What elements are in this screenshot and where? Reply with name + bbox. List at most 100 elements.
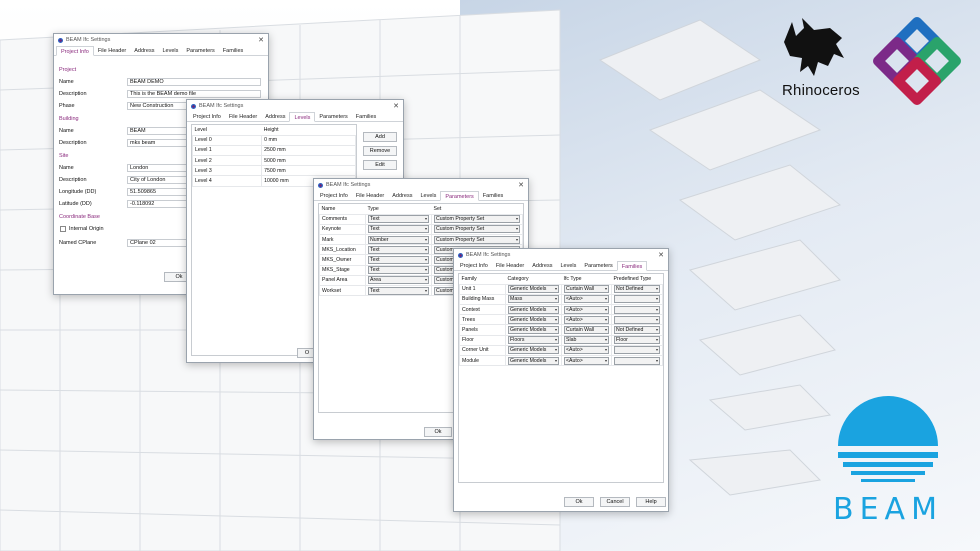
type-dropdown[interactable]: Text ▾ <box>368 256 429 265</box>
tab-address[interactable]: Address <box>388 191 416 200</box>
ifc-type-dropdown[interactable]: <Auto> ▾ <box>564 356 609 365</box>
tab-parameters[interactable]: Parameters <box>440 191 479 201</box>
ifc-type-dropdown[interactable]: Slab ▾ <box>564 336 609 345</box>
category-dropdown[interactable]: Generic Models ▾ <box>508 305 559 314</box>
param-name-cell: Mark <box>319 234 366 246</box>
ifc-type-dropdown[interactable]: Curtain Wall ▾ <box>564 285 609 294</box>
tab-file-header[interactable]: File Header <box>94 46 130 55</box>
table-row[interactable]: Level 3 7500 mm <box>191 165 356 177</box>
close-icon[interactable]: ✕ <box>393 102 399 110</box>
ifc-type-dropdown[interactable]: Curtain Wall ▾ <box>564 326 609 335</box>
type-dropdown[interactable]: Text ▾ <box>368 245 429 254</box>
category-dropdown[interactable]: Generic Models ▾ <box>508 326 559 335</box>
ifc-type-dropdown[interactable]: <Auto> ▾ <box>564 315 609 324</box>
table-row[interactable]: Level 2 5000 mm <box>191 155 356 167</box>
table-row[interactable]: Floor Floors ▾ Slab ▾ Floor ▾ <box>459 334 663 346</box>
building-name-field[interactable]: BEAM <box>127 127 187 135</box>
edit-level-button[interactable]: Edit <box>363 160 397 170</box>
type-dropdown[interactable]: Text ▾ <box>368 225 429 234</box>
table-row[interactable]: Trees Generic Models ▾ <Auto> ▾ ▾ <box>459 314 663 326</box>
predefined-type-dropdown[interactable]: Not Defined ▾ <box>614 326 660 335</box>
tab-file-header[interactable]: File Header <box>352 191 388 200</box>
site-description-field[interactable]: City of London <box>127 176 187 184</box>
named-cplane-select[interactable]: CPlane 02 <box>127 239 187 247</box>
table-row[interactable]: Mark Number ▾ Custom Property Set ▾ <box>319 234 523 246</box>
table-row[interactable]: Unit 1 Generic Models ▾ Curtain Wall ▾ Not De… <box>459 283 663 295</box>
tab-families[interactable]: Families <box>616 261 648 271</box>
ifc-type-dropdown[interactable]: <Auto> ▾ <box>564 346 609 355</box>
predefined-type-dropdown[interactable]: ▾ <box>614 295 660 304</box>
tab-project-info[interactable]: Project Info <box>56 46 94 56</box>
category-dropdown[interactable]: Generic Models ▾ <box>508 315 559 324</box>
close-icon[interactable]: ✕ <box>518 181 524 189</box>
tab-levels[interactable]: Levels <box>416 191 440 200</box>
type-dropdown[interactable]: Text ▾ <box>368 215 429 224</box>
tab-address[interactable]: Address <box>261 112 289 121</box>
tab-parameters[interactable]: Parameters <box>182 46 218 55</box>
type-dropdown[interactable]: Area ▾ <box>368 276 429 285</box>
category-dropdown[interactable]: Generic Models ▾ <box>508 285 559 294</box>
chevron-down-icon: ▾ <box>655 337 658 343</box>
category-dropdown[interactable]: Mass ▾ <box>508 295 559 304</box>
table-row[interactable]: Building Mass Mass ▾ <Auto> ▾ ▾ <box>459 293 663 306</box>
tab-families[interactable]: Families <box>219 46 247 55</box>
internal-origin-checkbox[interactable] <box>60 226 66 232</box>
longitude-field[interactable]: 51.509865 <box>127 188 187 196</box>
latitude-field[interactable]: -0.118092 <box>127 200 187 208</box>
chevron-down-icon: ▾ <box>604 347 607 353</box>
table-row[interactable]: Panels Generic Models ▾ Curtain Wall ▾ Not De… <box>459 324 663 336</box>
set-dropdown[interactable]: Custom Property Set ▾ <box>434 235 520 244</box>
tab-file-header[interactable]: File Header <box>492 261 528 270</box>
tab-project-info[interactable]: Project Info <box>189 112 225 121</box>
table-row[interactable]: Level 1 2500 mm <box>191 144 356 157</box>
help-button[interactable]: Help <box>636 497 666 507</box>
tab-file-header[interactable]: File Header <box>225 112 261 121</box>
table-row[interactable]: Keynote Text ▾ Custom Property Set ▾ <box>319 223 523 236</box>
predefined-type-dropdown[interactable]: ▾ <box>614 305 660 314</box>
remove-level-button[interactable]: Remove <box>363 146 397 156</box>
ifc-type-dropdown[interactable]: <Auto> ▾ <box>564 295 609 304</box>
category-dropdown[interactable]: Generic Models ▾ <box>508 356 559 365</box>
tab-address[interactable]: Address <box>130 46 158 55</box>
predefined-type-dropdown[interactable]: ▾ <box>614 356 660 365</box>
tab-levels[interactable]: Levels <box>158 46 182 55</box>
predefined-type-dropdown[interactable]: Not Defined ▾ <box>614 285 660 294</box>
tab-project-info[interactable]: Project Info <box>456 261 492 270</box>
predefined-type-dropdown[interactable]: ▾ <box>614 315 660 324</box>
close-icon[interactable]: ✕ <box>258 36 264 44</box>
tab-families[interactable]: Families <box>352 112 380 121</box>
table-row[interactable]: Comments Text ▾ Custom Property Set ▾ <box>319 213 523 225</box>
set-dropdown[interactable]: Custom Property Set ▾ <box>434 215 520 224</box>
project-description-field[interactable]: This is the BEAM demo file <box>127 90 261 98</box>
tab-parameters[interactable]: Parameters <box>580 261 616 270</box>
cancel-button[interactable]: Cancel <box>600 497 630 507</box>
building-description-field[interactable]: mks beam <box>127 139 187 147</box>
table-row[interactable]: Context Generic Models ▾ <Auto> ▾ ▾ <box>459 304 663 316</box>
tab-levels[interactable]: Levels <box>289 112 316 122</box>
rhino-silhouette-icon <box>784 18 844 76</box>
ok-button[interactable]: Ok <box>564 497 594 507</box>
table-row[interactable]: Module Generic Models ▾ <Auto> ▾ ▾ <box>459 354 663 367</box>
tab-address[interactable]: Address <box>528 261 556 270</box>
tab-parameters[interactable]: Parameters <box>315 112 351 121</box>
type-dropdown[interactable]: Text ▾ <box>368 266 429 275</box>
ifc-type-dropdown[interactable]: <Auto> ▾ <box>564 305 609 314</box>
table-row[interactable]: Level 00 mm <box>191 134 356 146</box>
predefined-type-dropdown[interactable]: Floor ▾ <box>614 336 660 345</box>
project-name-field[interactable]: BEAM DEMO <box>127 78 261 86</box>
tab-bar: Project Info File Header Address Levels … <box>187 112 403 122</box>
set-dropdown[interactable]: Custom Property Set ▾ <box>434 225 520 234</box>
tab-project-info[interactable]: Project Info <box>316 191 352 200</box>
add-level-button[interactable]: Add <box>363 132 397 142</box>
tab-levels[interactable]: Levels <box>556 261 580 270</box>
type-dropdown[interactable]: Text ▾ <box>368 286 429 295</box>
table-row[interactable]: Corner Unit Generic Models ▾ <Auto> ▾ ▾ <box>459 344 663 357</box>
site-name-field[interactable]: London <box>127 164 187 172</box>
category-dropdown[interactable]: Floors ▾ <box>508 336 559 345</box>
category-dropdown[interactable]: Generic Models ▾ <box>508 346 559 355</box>
ok-button[interactable]: Ok <box>424 427 452 437</box>
type-dropdown[interactable]: Number ▾ <box>368 235 429 244</box>
predefined-type-dropdown[interactable]: ▾ <box>614 346 660 355</box>
tab-families[interactable]: Families <box>479 191 507 200</box>
close-icon[interactable]: ✕ <box>658 251 664 259</box>
